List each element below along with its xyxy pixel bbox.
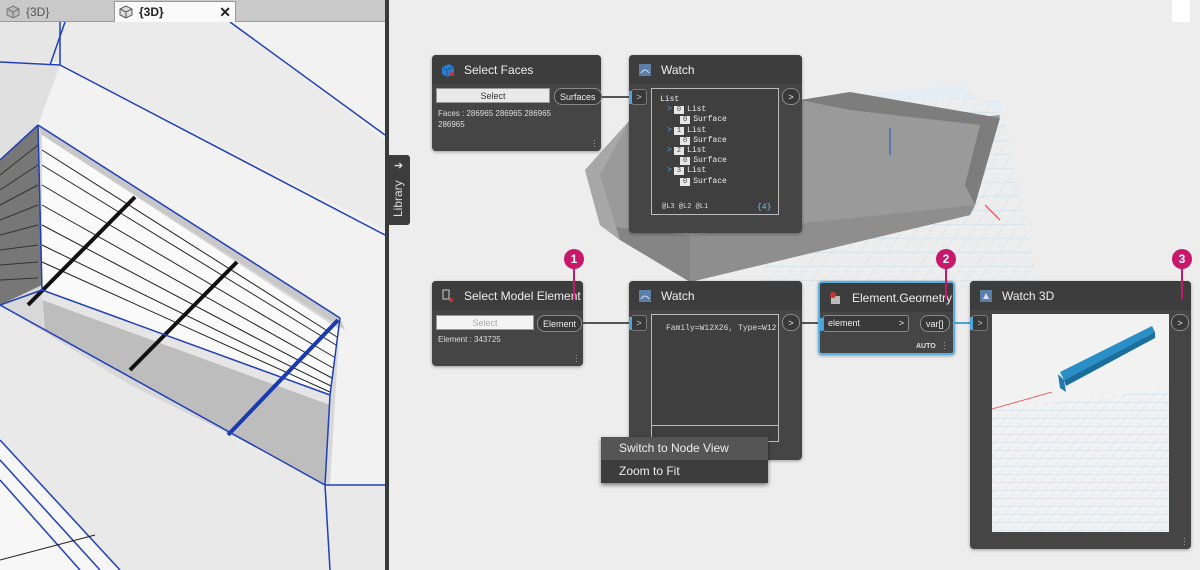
input-port-connected-marker [629, 91, 632, 104]
tree-text: Surface [693, 115, 727, 125]
tree-text: Surface [693, 176, 727, 186]
tree-row: List [660, 95, 679, 105]
select-button[interactable]: Select [436, 315, 534, 330]
tree-text: List [687, 146, 707, 155]
menu-item-switch-to-node-view[interactable]: Switch to Node View [601, 437, 768, 460]
tree-text: Surface [693, 156, 727, 166]
menu-item-zoom-to-fit[interactable]: Zoom to Fit [601, 460, 768, 483]
node-title: Element.Geometry [852, 290, 953, 305]
output-port-var[interactable]: var[] [920, 315, 950, 332]
node-select-model-element[interactable]: Select Model Element Select Element Elem… [432, 281, 583, 366]
watch-footer-divider [652, 425, 778, 426]
more-options-icon[interactable]: · · · [593, 136, 596, 151]
tree-item-count: {4} [757, 203, 772, 212]
expand-caret-icon[interactable]: > [667, 105, 672, 114]
node-element-geometry[interactable]: Element.Geometry element > var[] AUTO · ·… [818, 281, 955, 355]
callout-line-1 [573, 266, 575, 299]
input-port[interactable]: > [631, 315, 647, 331]
select-button[interactable]: Select [436, 88, 550, 103]
screen: {3D} {3D} ✕ ➔ Library Select Faces Selec… [0, 0, 1200, 570]
watch-3d-icon [980, 289, 992, 302]
node-header[interactable]: Watch 3D [970, 281, 1191, 310]
output-port-surfaces[interactable]: Surfaces [554, 88, 602, 105]
node-title: Watch [661, 288, 695, 303]
watch-value: Family=W12X26, Type=W12 [666, 324, 777, 333]
tree-index: 0 [680, 116, 691, 125]
select-model-element-icon [442, 289, 453, 302]
tree-text: List [687, 105, 707, 115]
select-faces-icon [441, 63, 455, 77]
node-watch-list[interactable]: Watch > List >0 List 0 Surface >1 List 0 Surface… [629, 55, 802, 233]
faces-info: Faces : 286965 286965 286965 286965 [438, 109, 551, 129]
tree-index: 0 [680, 177, 691, 186]
tree-index: 3 [673, 167, 685, 176]
tree-row: 0 Surface [680, 156, 727, 166]
tree-index: 0 [680, 157, 691, 166]
input-port-arrow: > [898, 318, 904, 328]
callout-line-2 [945, 266, 947, 299]
callout-badge-2: 2 [936, 249, 956, 269]
tree-row: 0 Surface [680, 136, 727, 146]
node-header[interactable]: Element.Geometry [820, 283, 953, 312]
input-port-connected-marker [970, 317, 973, 330]
output-port[interactable]: > [782, 314, 800, 331]
expand-caret-icon[interactable]: > [667, 146, 672, 155]
tree-row[interactable]: >0 List [667, 105, 706, 115]
watch-icon [639, 289, 651, 302]
input-port-connected-marker [629, 317, 632, 330]
node-watch-3d[interactable]: Watch 3D > > · · · [970, 281, 1191, 549]
watch-value-view[interactable]: Family=W12X26, Type=W12 [651, 314, 779, 442]
tree-index: 0 [680, 136, 691, 145]
watch-tree-view[interactable]: List >0 List 0 Surface >1 List 0 Surface >2 List 0 S… [651, 88, 779, 215]
tree-text: List [687, 166, 707, 176]
tree-row: 0 Surface [680, 115, 727, 125]
node-title: Watch [661, 62, 695, 77]
more-options-icon[interactable]: · · · [575, 351, 578, 366]
expand-caret-icon[interactable]: > [667, 166, 672, 175]
node-header[interactable]: Watch [629, 55, 802, 84]
tree-row[interactable]: >3 List [667, 166, 706, 176]
tree-row[interactable]: >1 List [667, 126, 706, 136]
element-geometry-icon [830, 291, 840, 304]
node-title: Select Faces [464, 62, 534, 77]
input-port-element[interactable]: element > [823, 315, 909, 332]
callout-badge-3: 3 [1172, 249, 1192, 269]
node-watch-element[interactable]: Watch > Family=W12X26, Type=W12 > [629, 281, 802, 460]
node-header[interactable]: Select Faces [432, 55, 601, 84]
tree-text: List [687, 125, 707, 135]
more-options-icon[interactable]: · · · [1183, 534, 1186, 549]
tree-row: 0 Surface [680, 177, 727, 187]
tree-text: List [660, 95, 680, 104]
node-title: Select Model Element [464, 288, 581, 303]
input-port[interactable]: > [972, 315, 988, 331]
tree-row[interactable]: >2 List [667, 146, 706, 156]
more-options-icon[interactable]: · · · [943, 338, 946, 353]
callout-line-3 [1181, 266, 1183, 299]
expand-caret-icon[interactable]: > [667, 126, 672, 135]
node-header[interactable]: Watch [629, 281, 802, 310]
tree-text: Surface [693, 135, 727, 145]
tree-index: 2 [673, 147, 685, 155]
context-menu: Switch to Node View Zoom to Fit [601, 437, 768, 483]
input-port-label: element [828, 318, 861, 328]
node-select-faces[interactable]: Select Faces Select Surfaces Faces : 286… [432, 55, 602, 151]
watch-3d-viewport[interactable] [992, 314, 1169, 532]
output-port[interactable]: > [1171, 314, 1189, 331]
node-title: Watch 3D [1002, 288, 1055, 303]
tree-level-labels: @L3 @L2 @L1 [662, 203, 709, 211]
input-port[interactable]: > [631, 89, 647, 105]
node-header[interactable]: Select Model Element [432, 281, 583, 310]
output-port[interactable]: > [782, 88, 800, 105]
watch-icon [639, 63, 651, 76]
lacing-label[interactable]: AUTO [916, 341, 936, 352]
element-info: Element : 343725 [438, 335, 501, 344]
tree-index: 1 [673, 126, 685, 135]
tree-index: 0 [673, 106, 685, 115]
output-port-element[interactable]: Element [537, 315, 583, 332]
callout-badge-1: 1 [564, 249, 584, 269]
